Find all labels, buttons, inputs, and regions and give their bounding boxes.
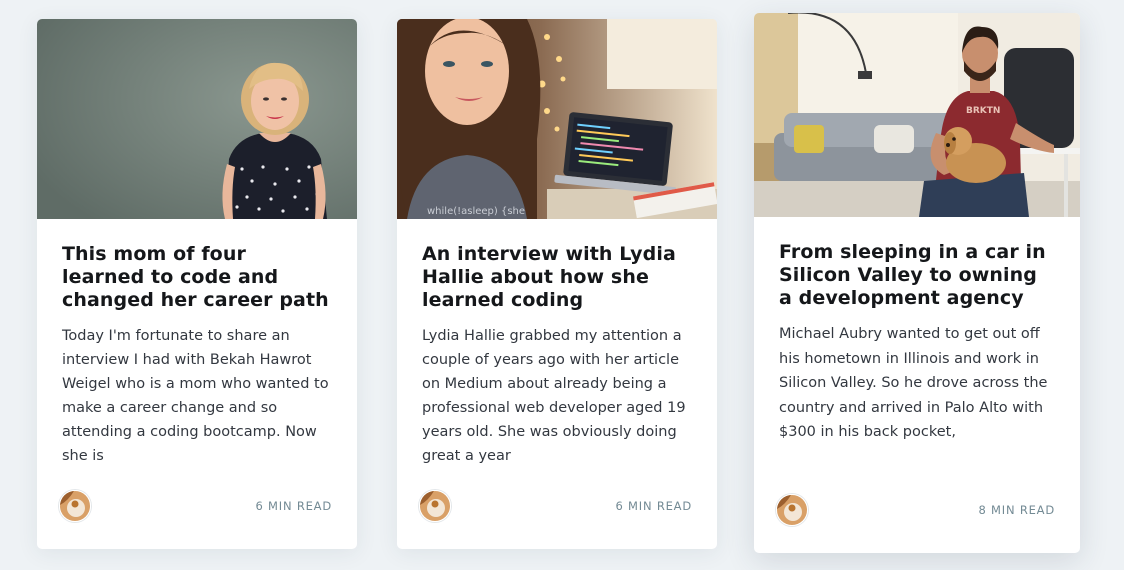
post-card[interactable]: BRKTN From sleeping in a car in Silicon … <box>754 13 1080 553</box>
post-feature-image[interactable] <box>37 19 357 219</box>
reading-time: 8 MIN READ <box>978 503 1055 517</box>
reading-time: 6 MIN READ <box>255 499 332 513</box>
author-avatar[interactable] <box>419 490 451 522</box>
post-title[interactable]: From sleeping in a car in Silicon Valley… <box>779 241 1055 310</box>
post-feature-image[interactable]: BRKTN <box>754 13 1080 217</box>
post-excerpt[interactable]: Lydia Hallie grabbed my attention a coup… <box>422 324 692 468</box>
post-card-footer: 6 MIN READ <box>59 490 332 522</box>
post-title[interactable]: An interview with Lydia Hallie about how… <box>422 243 692 312</box>
shirt-text: BRKTN <box>966 106 1000 116</box>
shirt-text: while(!asleep) {she <box>427 206 525 217</box>
post-card-footer: 6 MIN READ <box>419 490 692 522</box>
post-card[interactable]: This mom of four learned to code and cha… <box>37 19 357 549</box>
author-avatar[interactable] <box>776 494 808 526</box>
post-feature-image[interactable]: while(!asleep) {she <box>397 19 717 219</box>
author-avatar[interactable] <box>59 490 91 522</box>
post-excerpt[interactable]: Today I'm fortunate to share an intervie… <box>62 324 332 468</box>
post-excerpt[interactable]: Michael Aubry wanted to get out off his … <box>779 322 1055 445</box>
post-title[interactable]: This mom of four learned to code and cha… <box>62 243 332 312</box>
reading-time: 6 MIN READ <box>615 499 692 513</box>
post-card[interactable]: while(!asleep) {she An interview with Ly… <box>397 19 717 549</box>
post-card-footer: 8 MIN READ <box>776 494 1055 526</box>
